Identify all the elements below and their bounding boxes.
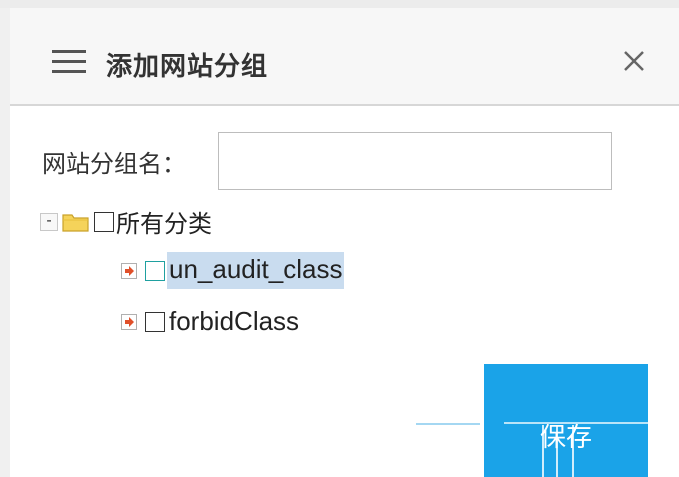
render-artifact-line [572, 425, 574, 477]
render-artifact-line [542, 425, 544, 477]
close-icon[interactable] [617, 44, 651, 78]
un-audit-class-checkbox[interactable] [145, 260, 165, 281]
tree-node-forbid-class: forbidClass [121, 306, 299, 337]
tree-node-label[interactable]: un_audit_class [167, 252, 345, 289]
folder-icon [62, 213, 89, 232]
forbid-class-checkbox[interactable] [145, 311, 165, 332]
group-name-input[interactable] [218, 132, 612, 190]
tree-node-un-audit-class: un_audit_class [121, 252, 345, 289]
tree-node-label[interactable]: forbidClass [169, 306, 299, 337]
root-checkbox[interactable] [94, 211, 114, 232]
save-button[interactable]: 保存 [484, 364, 648, 477]
expand-arrow-icon[interactable] [121, 262, 137, 279]
group-name-label: 网站分组名： [42, 150, 186, 178]
window-top-strip [0, 0, 679, 8]
hamburger-menu-icon[interactable] [52, 50, 86, 76]
dialog-header: 添加网站分组 [10, 8, 679, 106]
render-artifact-line [504, 422, 654, 424]
render-artifact-line [416, 423, 480, 425]
tree-root-node: - 所有分类 [40, 204, 212, 239]
dialog-title: 添加网站分组 [106, 52, 269, 82]
collapse-toggle[interactable]: - [40, 212, 58, 231]
tree-root-label[interactable]: 所有分类 [116, 204, 212, 239]
expand-arrow-icon[interactable] [121, 313, 137, 330]
render-artifact-line [556, 425, 558, 477]
